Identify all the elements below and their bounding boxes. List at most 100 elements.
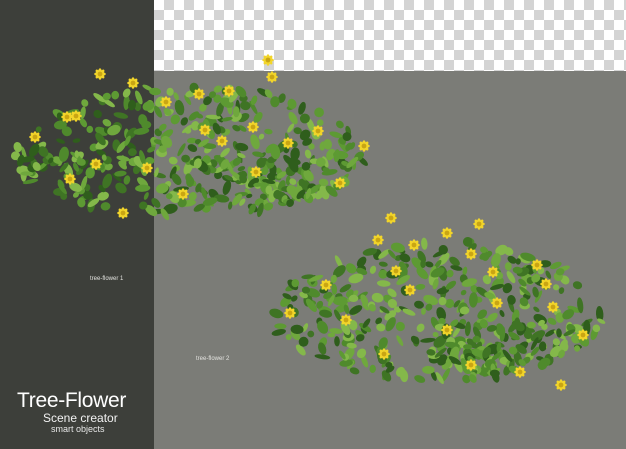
leaf [56,138,66,144]
flower-center [580,332,586,338]
flower-center [163,99,169,105]
leaf [127,148,137,157]
leaf [414,375,426,383]
flower-center [361,143,367,149]
leaf [274,323,287,330]
flower-center [67,176,73,182]
leaf [81,99,89,107]
leaf [100,202,111,211]
leaf [499,310,505,317]
leaf [487,312,498,323]
leaf [415,283,426,290]
flower-center [285,140,291,146]
flower-center [388,215,394,221]
leaf [314,354,331,360]
flower-center [393,268,399,274]
leaf [174,99,185,116]
leaf [507,295,516,305]
flower-center [253,169,259,175]
leaf [553,284,560,291]
leaf [72,138,81,143]
flower-center [219,138,225,144]
leaf [572,281,583,290]
leaf [13,141,22,153]
leaf [416,323,425,332]
leaf [143,192,149,200]
leaf [356,348,367,359]
flower-center [444,230,450,236]
flower-center [202,127,208,133]
leaf [545,270,552,279]
flower-center [444,327,450,333]
leaf [264,128,273,135]
flower-center [381,351,387,357]
flower-center [32,134,38,140]
leaf [336,120,344,129]
leaf [533,306,540,313]
leaf [270,96,280,108]
flower-center [226,88,232,94]
leaf [232,124,241,132]
leaf [113,112,129,119]
flower-center [468,362,474,368]
leaf [258,133,265,140]
flower-center [120,210,126,216]
leaf [378,261,388,267]
flower-center [130,80,136,86]
flower-center [517,369,523,375]
leaf [504,262,512,271]
flower-center [534,262,540,268]
brand-block: Tree-Flower Scene creator smart objects [17,389,127,435]
leaf [460,289,467,296]
leaf [369,265,377,274]
flower-center [411,242,417,248]
leaf [421,308,426,315]
flower-center [323,282,329,288]
flower-center [337,180,343,186]
flower-center [93,161,99,167]
leaf [345,263,357,274]
leaf [463,344,473,350]
leaf [93,109,102,119]
flower-center [468,251,474,257]
leaf [369,364,376,373]
leaf [111,90,120,100]
leaf [314,107,324,118]
flower-center [250,124,256,130]
flower-center [196,91,202,97]
leaf [222,180,232,195]
flower-center [315,128,321,134]
flower-center [490,269,496,275]
flower-center [269,74,275,80]
caption-tree-flower-1: tree-flower 1 [90,276,124,282]
leaf [123,175,131,185]
leaf [86,125,94,133]
leaf [166,87,174,96]
flower-center [97,71,103,77]
flower-center [407,287,413,293]
leaf [468,292,478,308]
leaf [376,280,391,287]
leaf [396,335,404,346]
leaf [395,321,405,332]
flower-center [543,281,549,287]
leaf [420,337,436,343]
leaf [233,106,240,118]
leaf [348,294,359,302]
flower-center [180,191,186,197]
leaf [269,308,284,319]
brand-title: Tree-Flower [17,389,127,412]
flower-center [265,57,271,63]
leaf [168,156,178,165]
leaf [180,117,189,126]
flower-center [343,317,349,323]
leaf [421,237,428,250]
leaf [158,145,167,153]
flower-center [64,114,70,120]
leaf [307,330,315,338]
leaf [187,144,198,153]
flower-center [375,237,381,243]
brand-subtitle: Scene creator [43,411,118,425]
leaf [334,336,340,347]
brand-tagline: smart objects [51,424,105,434]
